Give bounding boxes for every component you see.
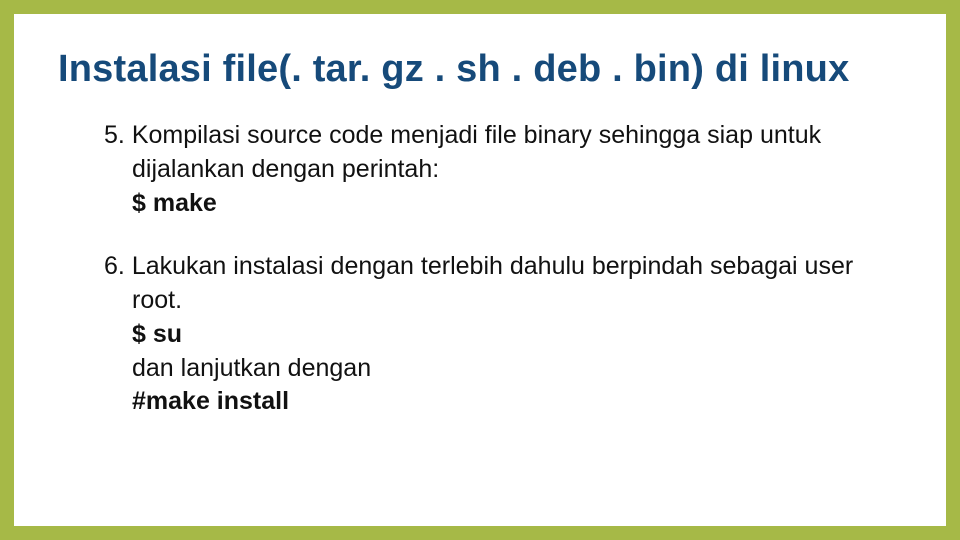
item-command: $ su — [132, 320, 182, 348]
item-number: 6. — [104, 252, 125, 280]
list-item: 6. Lakukan instalasi dengan terlebih dah… — [58, 250, 902, 419]
item-command: $ make — [132, 189, 217, 217]
item-text: Kompilasi source code menjadi file binar… — [132, 121, 821, 183]
list-item: 5. Kompilasi source code menjadi file bi… — [58, 119, 902, 220]
item-text: Lakukan instalasi dengan terlebih dahulu… — [132, 252, 853, 314]
slide-title: Instalasi file(. tar. gz . sh . deb . bi… — [58, 48, 902, 91]
item-command: #make install — [132, 387, 289, 415]
slide: Instalasi file(. tar. gz . sh . deb . bi… — [14, 14, 946, 526]
item-text: dan lanjutkan dengan — [132, 354, 371, 382]
item-number: 5. — [104, 121, 125, 149]
